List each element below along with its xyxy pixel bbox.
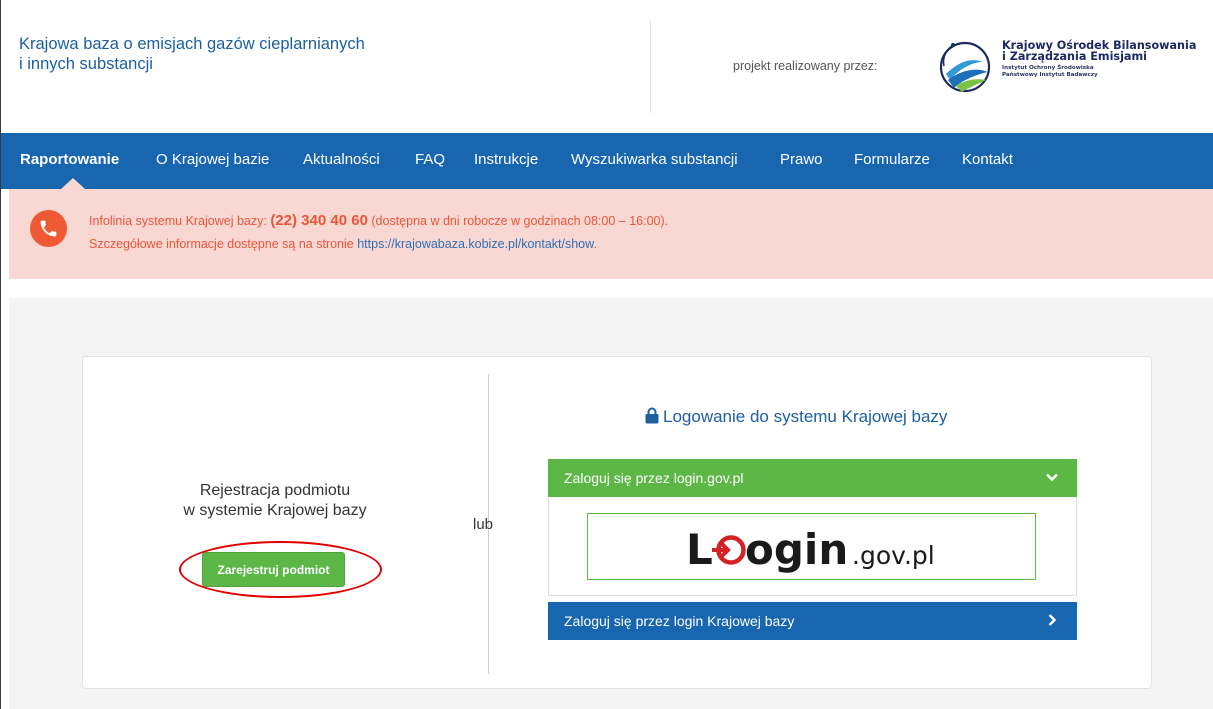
login-gov-arrow-icon (712, 535, 746, 565)
project-by-label: projekt realizowany przez: (733, 59, 878, 73)
site-title[interactable]: Krajowa baza o emisjach gazów cieplarnia… (19, 34, 449, 74)
nav-item-formularze[interactable]: Formularze (854, 151, 930, 168)
hotline-text: Infolinia systemu Krajowej bazy: (22) 34… (89, 212, 668, 229)
hotline-phone: (22) 340 40 60 (270, 212, 368, 229)
login-gov-logo: L ogin .gov.pl (686, 525, 935, 574)
login-title-text: Logowanie do systemu Krajowej bazy (663, 407, 948, 426)
org-sub-line2: Państwowy Instytut Badawczy (1002, 72, 1098, 78)
header-divider (650, 20, 651, 113)
lock-icon (645, 407, 659, 424)
login-gov-panel-label: Zaloguj się przez login.gov.pl (564, 470, 744, 486)
nav-item-o-krajowej-bazie[interactable]: O Krajowej bazie (156, 151, 269, 168)
login-title: Logowanie do systemu Krajowej bazy (645, 407, 947, 427)
chevron-right-icon (1048, 614, 1057, 626)
register-entity-button[interactable]: Zarejestruj podmiot (202, 552, 345, 587)
chevron-down-icon (1046, 473, 1058, 482)
registration-title: Rejestracja podmiotu w systemie Krajowej… (145, 481, 405, 521)
details-text: Szczegółowe informacje dostępne są na st… (89, 237, 597, 251)
svg-text:L: L (686, 525, 713, 574)
login-local-panel-label: Zaloguj się przez login Krajowej bazy (564, 613, 795, 629)
nav-item-prawo[interactable]: Prawo (780, 151, 823, 168)
site-title-line1: Krajowa baza o emisjach gazów cieplarnia… (19, 35, 365, 53)
org-name-line2: i Zarządzania Emisjami (1002, 50, 1147, 63)
login-gov-logo-main: ogin (745, 525, 848, 574)
login-gov-button[interactable]: L ogin .gov.pl (587, 513, 1036, 580)
registration-title-line1: Rejestracja podmiotu (199, 482, 351, 499)
site-title-line2: i innych substancji (19, 55, 153, 73)
hotline-prefix: Infolinia systemu Krajowej bazy: (89, 214, 271, 228)
nav-item-faq[interactable]: FAQ (415, 151, 445, 168)
phone-icon (30, 210, 67, 247)
info-banner (9, 189, 1213, 279)
registration-title-line2: w systemie Krajowej bazy (183, 502, 367, 519)
active-nav-caret (61, 178, 85, 189)
login-gov-logo-suffix: .gov.pl (852, 541, 935, 570)
nav-item-wyszukiwarka[interactable]: Wyszukiwarka substancji (571, 151, 738, 168)
nav-item-aktualnosci[interactable]: Aktualności (303, 151, 380, 168)
login-gov-panel-header[interactable]: Zaloguj się przez login.gov.pl (548, 459, 1077, 497)
org-sub-line1: Instytut Ochrony Środowiska (1002, 65, 1094, 71)
details-prefix: Szczegółowe informacje dostępne są na st… (89, 237, 358, 251)
contact-link[interactable]: https://krajowabaza.kobize.pl/kontakt/sh… (357, 237, 593, 251)
hotline-hours: (dostępna w dni robocze w godzinach 08:0… (367, 214, 669, 228)
login-local-panel-header[interactable]: Zaloguj się przez login Krajowej bazy (548, 602, 1077, 640)
nav-item-raportowanie[interactable]: Raportowanie (20, 151, 119, 168)
or-separator: lub (473, 516, 494, 533)
nav-item-instrukcje[interactable]: Instrukcje (474, 151, 538, 168)
kobize-logo-icon[interactable] (932, 36, 994, 98)
org-sub: Instytut Ochrony Środowiska Państwowy In… (1002, 65, 1212, 79)
org-name: Krajowy Ośrodek Bilansowania i Zarządzan… (1002, 40, 1212, 79)
nav-item-kontakt[interactable]: Kontakt (962, 151, 1013, 168)
main-nav: Raportowanie O Krajowej bazie Aktualnośc… (1, 133, 1213, 189)
details-suffix: . (593, 237, 597, 251)
